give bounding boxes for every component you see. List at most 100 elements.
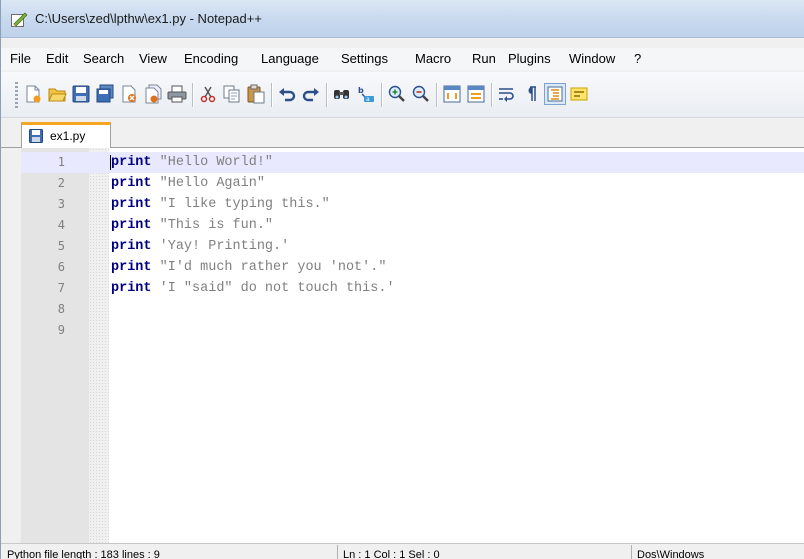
undo-icon[interactable] (277, 84, 297, 104)
menu-edit[interactable]: Edit (45, 50, 69, 67)
menu-macro[interactable]: Macro (414, 50, 452, 67)
highlight-icon[interactable] (569, 84, 589, 104)
line-number: 9 (57, 323, 65, 337)
line-number: 2 (57, 176, 65, 190)
print-icon[interactable] (167, 84, 187, 104)
menu-encoding[interactable]: Encoding (183, 50, 239, 67)
paste-icon[interactable] (246, 84, 266, 104)
status-separator (631, 545, 632, 559)
sync-horizontal-icon[interactable] (466, 84, 486, 104)
toolbar: ba (1, 72, 804, 118)
code-line[interactable]: 4 print "This is fun." (21, 215, 804, 236)
save-icon[interactable] (71, 84, 91, 104)
status-cursor-position: Ln : 1 Col : 1 Sel : 0 (343, 549, 440, 559)
tab-label: ex1.py (50, 129, 86, 143)
keyword-token: print (111, 176, 152, 191)
code-line[interactable]: 8 (21, 299, 804, 320)
menu-settings[interactable]: Settings (340, 50, 389, 67)
code-lines: 1 print "Hello World!" 2 print "Hello Ag… (21, 152, 804, 341)
string-token: "I'd much rather you 'not'." (151, 260, 387, 275)
window-title: C:\Users\zed\lpthw\ex1.py - Notepad++ (35, 11, 262, 26)
zoom-out-icon[interactable] (411, 84, 431, 104)
code-line[interactable]: 9 (21, 320, 804, 341)
line-number: 8 (57, 302, 65, 316)
tab-ex1-py[interactable]: ex1.py (21, 122, 111, 148)
code-editor[interactable]: 1 print "Hello World!" 2 print "Hello Ag… (21, 148, 804, 543)
menu-help[interactable]: ? (633, 50, 642, 67)
menu-file[interactable]: File (9, 50, 32, 67)
copy-icon[interactable] (222, 84, 242, 104)
keyword-token: print (111, 281, 152, 296)
save-all-icon[interactable] (95, 84, 115, 104)
keyword-token: print (111, 260, 152, 275)
line-number: 6 (57, 260, 65, 274)
saved-file-icon (29, 129, 43, 143)
toolbar-separator (192, 83, 193, 107)
keyword-token: print (111, 197, 152, 212)
menu-window[interactable]: Window (568, 50, 616, 67)
toolbar-separator (381, 83, 382, 107)
menu-search[interactable]: Search (82, 50, 125, 67)
status-file-info: Python file length : 183 lines : 9 (7, 549, 160, 559)
code-line[interactable]: 2 print "Hello Again" (21, 173, 804, 194)
string-token: "Hello World!" (151, 155, 274, 170)
tab-bar: ex1.py (1, 118, 804, 148)
status-bar: Python file length : 183 lines : 9 Ln : … (1, 543, 804, 559)
code-line[interactable]: 6 print "I'd much rather you 'not'." (21, 257, 804, 278)
close-icon[interactable] (119, 84, 139, 104)
toolbar-grip[interactable] (15, 82, 18, 108)
cut-icon[interactable] (198, 84, 218, 104)
string-token: "This is fun." (151, 218, 274, 233)
open-file-icon[interactable] (47, 84, 67, 104)
string-token: 'Yay! Printing.' (151, 239, 290, 254)
toolbar-separator (271, 83, 272, 107)
find-icon[interactable] (332, 84, 352, 104)
string-token: "I like typing this." (151, 197, 330, 212)
menu-plugins[interactable]: Plugins (507, 50, 552, 67)
line-number: 1 (57, 155, 65, 169)
toolbar-separator (491, 83, 492, 107)
code-line[interactable]: 7 print 'I "said" do not touch this.' (21, 278, 804, 299)
svg-text:b: b (358, 86, 364, 95)
show-all-chars-icon[interactable] (521, 84, 541, 104)
code-text: print "Hello World!" (111, 152, 273, 173)
line-number: 4 (57, 218, 65, 232)
menu-run[interactable]: Run (471, 50, 497, 67)
code-line[interactable]: 1 print "Hello World!" (21, 152, 804, 173)
code-text: print "Hello Again" (111, 173, 265, 194)
string-token: 'I "said" do not touch this.' (151, 281, 395, 296)
code-text: print 'I "said" do not touch this.' (111, 278, 395, 299)
line-number: 7 (57, 281, 65, 295)
code-line[interactable]: 3 print "I like typing this." (21, 194, 804, 215)
status-eol-format: Dos\Windows (637, 549, 705, 559)
redo-icon[interactable] (301, 84, 321, 104)
indent-guide-icon[interactable] (544, 83, 566, 105)
code-text: print "I'd much rather you 'not'." (111, 257, 386, 278)
menu-view[interactable]: View (138, 50, 168, 67)
keyword-token: print (111, 239, 152, 254)
keyword-token: print (111, 218, 152, 233)
toolbar-separator (326, 83, 327, 107)
code-line[interactable]: 5 print 'Yay! Printing.' (21, 236, 804, 257)
status-separator (337, 545, 338, 559)
string-token: "Hello Again" (151, 176, 265, 191)
close-all-icon[interactable] (143, 84, 163, 104)
new-file-icon[interactable] (23, 84, 43, 104)
keyword-token: print (111, 155, 152, 170)
line-number: 5 (57, 239, 65, 253)
svg-text:a: a (366, 96, 370, 103)
code-text: print "I like typing this." (111, 194, 330, 215)
code-text: print 'Yay! Printing.' (111, 236, 289, 257)
code-text: print "This is fun." (111, 215, 273, 236)
menu-bar: File Edit Search View Encoding Language … (1, 48, 804, 70)
word-wrap-icon[interactable] (497, 84, 517, 104)
sync-vertical-icon[interactable] (442, 84, 462, 104)
toolbar-separator (436, 83, 437, 107)
notepad-plus-plus-window: C:\Users\zed\lpthw\ex1.py - Notepad++ Fi… (0, 0, 804, 559)
zoom-in-icon[interactable] (387, 84, 407, 104)
menu-language[interactable]: Language (260, 50, 320, 67)
notepad-app-icon (11, 12, 28, 27)
title-bar[interactable]: C:\Users\zed\lpthw\ex1.py - Notepad++ (1, 0, 804, 38)
line-number: 3 (57, 197, 65, 211)
replace-icon[interactable]: ba (356, 84, 376, 104)
